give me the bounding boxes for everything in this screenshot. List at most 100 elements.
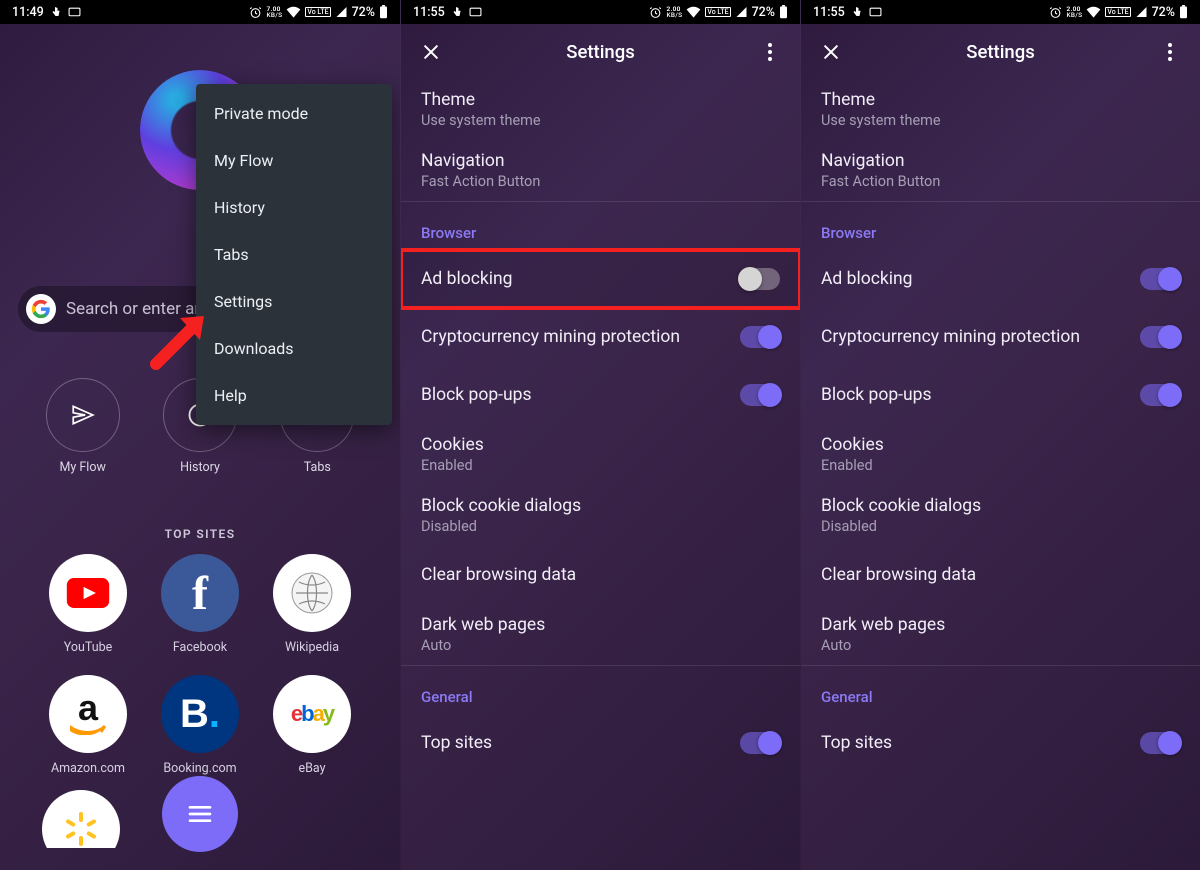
toggle-block-popups[interactable]	[740, 384, 780, 406]
site-ebay[interactable]: ebay eBay	[273, 675, 351, 776]
touch-icon	[851, 6, 863, 18]
google-icon	[26, 294, 56, 324]
alarm-icon	[249, 6, 262, 19]
volte-badge: Vo LTE	[705, 7, 730, 17]
row-block-cookie-dialogs[interactable]: Block cookie dialogsDisabled	[401, 485, 800, 546]
toggle-top-sites[interactable]	[740, 732, 780, 754]
section-general: General	[401, 666, 800, 714]
settings-list: ThemeUse system theme NavigationFast Act…	[401, 79, 800, 772]
myflow-chip[interactable]: My Flow	[46, 378, 120, 475]
row-dark-web-pages[interactable]: Dark web pagesAuto	[801, 604, 1200, 665]
page-title: Settings	[966, 41, 1034, 63]
battery-icon	[779, 5, 788, 19]
site-walmart[interactable]	[42, 790, 120, 868]
status-bar: 11:55 2.00KB/S Vo LTE 72%	[401, 0, 800, 24]
menu-help[interactable]: Help	[196, 372, 392, 419]
toggle-crypto-mining[interactable]	[1140, 326, 1180, 348]
row-clear-browsing-data[interactable]: Clear browsing data	[401, 546, 800, 604]
top-sites-grid: YouTube f Facebook Wikipedia a Amazon.co…	[32, 554, 368, 776]
overflow-icon[interactable]	[750, 32, 790, 72]
battery-pct: 72%	[352, 5, 375, 20]
display-icon	[869, 7, 882, 18]
home-pane: 11:49 7.00KB/S Vo LTE 72% Search or ente…	[0, 0, 400, 870]
wifi-icon	[686, 6, 701, 18]
row-clear-browsing-data[interactable]: Clear browsing data	[801, 546, 1200, 604]
row-top-sites[interactable]: Top sites	[401, 714, 800, 772]
overflow-icon[interactable]	[1150, 32, 1190, 72]
row-ad-blocking[interactable]: Ad blocking	[801, 250, 1200, 308]
battery-pct: 72%	[1152, 5, 1175, 20]
site-facebook[interactable]: f Facebook	[161, 554, 239, 655]
row-theme[interactable]: ThemeUse system theme	[401, 79, 800, 140]
row-ad-blocking[interactable]: Ad blocking	[401, 250, 800, 308]
row-block-popups[interactable]: Block pop-ups	[801, 366, 1200, 424]
row-navigation[interactable]: NavigationFast Action Button	[801, 140, 1200, 201]
row-crypto-mining[interactable]: Cryptocurrency mining protection	[801, 308, 1200, 366]
touch-icon	[451, 6, 463, 18]
menu-private-mode[interactable]: Private mode	[196, 90, 392, 137]
toggle-block-popups[interactable]	[1140, 384, 1180, 406]
settings-pane-adblock-off: 11:55 2.00KB/S Vo LTE 72% Settings Theme…	[400, 0, 800, 870]
status-time: 11:55	[413, 5, 445, 20]
fab-menu-button[interactable]	[162, 776, 238, 852]
toggle-ad-blocking[interactable]	[1140, 268, 1180, 290]
myflow-label: My Flow	[59, 460, 105, 475]
section-browser: Browser	[401, 202, 800, 250]
close-icon[interactable]	[811, 32, 851, 72]
row-crypto-mining[interactable]: Cryptocurrency mining protection	[401, 308, 800, 366]
status-time: 11:49	[12, 5, 44, 20]
touch-icon	[50, 6, 62, 18]
net-speed: 2.00KB/S	[1066, 6, 1082, 19]
volte-badge: Vo LTE	[305, 7, 330, 17]
wifi-icon	[286, 6, 301, 18]
row-cookies[interactable]: CookiesEnabled	[801, 424, 1200, 485]
net-speed: 7.00KB/S	[266, 6, 282, 19]
row-block-popups[interactable]: Block pop-ups	[401, 366, 800, 424]
toggle-ad-blocking[interactable]	[740, 268, 780, 290]
menu-settings[interactable]: Settings	[196, 278, 392, 325]
row-cookies[interactable]: CookiesEnabled	[401, 424, 800, 485]
status-time: 11:55	[813, 5, 845, 20]
row-block-cookie-dialogs[interactable]: Block cookie dialogsDisabled	[801, 485, 1200, 546]
site-youtube[interactable]: YouTube	[49, 554, 127, 655]
battery-pct: 72%	[752, 5, 775, 20]
settings-list: ThemeUse system theme NavigationFast Act…	[801, 79, 1200, 772]
display-icon	[469, 7, 482, 18]
overflow-menu: Private mode My Flow History Tabs Settin…	[196, 84, 392, 425]
page-title: Settings	[566, 41, 634, 63]
site-booking[interactable]: B. Booking.com	[161, 675, 239, 776]
settings-pane-adblock-on: 11:55 2.00KB/S Vo LTE 72% Settings Theme…	[800, 0, 1200, 870]
close-icon[interactable]	[411, 32, 451, 72]
site-wikipedia[interactable]: Wikipedia	[273, 554, 351, 655]
section-browser: Browser	[801, 202, 1200, 250]
settings-header: Settings	[401, 24, 800, 79]
tabs-label: Tabs	[304, 460, 331, 475]
signal-icon	[335, 6, 348, 18]
display-icon	[68, 7, 81, 18]
alarm-icon	[1049, 6, 1062, 19]
row-dark-web-pages[interactable]: Dark web pagesAuto	[401, 604, 800, 665]
top-sites-heading: TOP SITES	[0, 527, 400, 541]
menu-downloads[interactable]: Downloads	[196, 325, 392, 372]
volte-badge: Vo LTE	[1105, 7, 1130, 17]
site-amazon[interactable]: a Amazon.com	[49, 675, 127, 776]
section-general: General	[801, 666, 1200, 714]
settings-header: Settings	[801, 24, 1200, 79]
menu-my-flow[interactable]: My Flow	[196, 137, 392, 184]
toggle-crypto-mining[interactable]	[740, 326, 780, 348]
battery-icon	[379, 5, 388, 19]
battery-icon	[1179, 5, 1188, 19]
menu-tabs[interactable]: Tabs	[196, 231, 392, 278]
row-theme[interactable]: ThemeUse system theme	[801, 79, 1200, 140]
alarm-icon	[649, 6, 662, 19]
wifi-icon	[1086, 6, 1101, 18]
menu-history[interactable]: History	[196, 184, 392, 231]
status-bar: 11:55 2.00KB/S Vo LTE 72%	[801, 0, 1200, 24]
status-bar: 11:49 7.00KB/S Vo LTE 72%	[0, 0, 400, 24]
net-speed: 2.00KB/S	[666, 6, 682, 19]
row-top-sites[interactable]: Top sites	[801, 714, 1200, 772]
signal-icon	[1135, 6, 1148, 18]
history-label: History	[180, 460, 220, 475]
row-navigation[interactable]: NavigationFast Action Button	[401, 140, 800, 201]
toggle-top-sites[interactable]	[1140, 732, 1180, 754]
